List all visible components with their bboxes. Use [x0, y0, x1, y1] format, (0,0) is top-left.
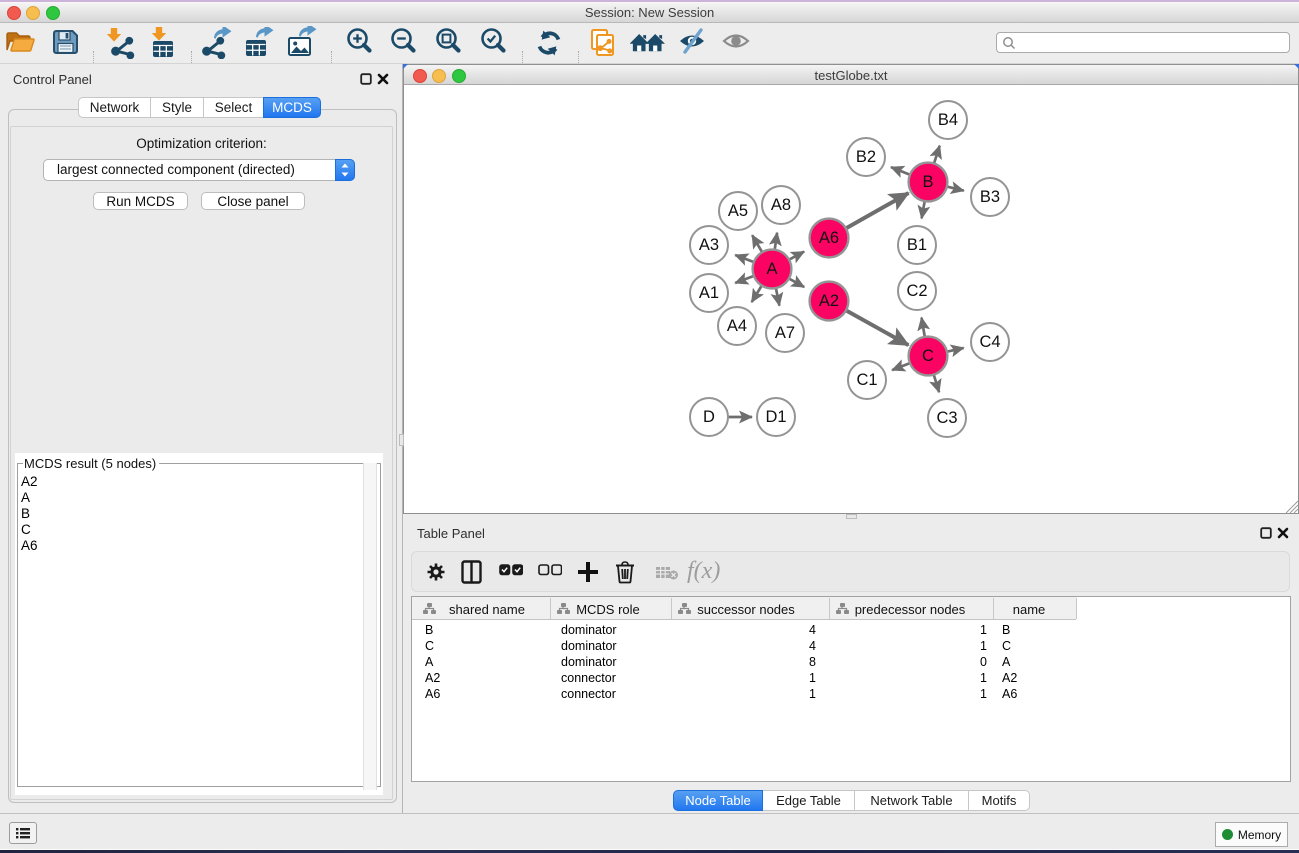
svg-text:A7: A7 — [775, 324, 795, 342]
svg-text:A5: A5 — [728, 202, 748, 220]
svg-text:C: C — [922, 347, 934, 365]
svg-text:B: B — [922, 173, 933, 191]
svg-text:B3: B3 — [980, 188, 1000, 206]
svg-text:A2: A2 — [819, 292, 839, 310]
svg-text:A8: A8 — [771, 196, 791, 214]
svg-text:B4: B4 — [938, 111, 958, 129]
svg-text:B1: B1 — [907, 236, 927, 254]
svg-text:A6: A6 — [819, 229, 839, 247]
svg-text:C4: C4 — [979, 333, 1000, 351]
svg-text:A: A — [766, 260, 777, 278]
svg-text:B2: B2 — [856, 148, 876, 166]
svg-text:D1: D1 — [765, 408, 786, 426]
svg-text:C2: C2 — [906, 282, 927, 300]
svg-text:C1: C1 — [856, 371, 877, 389]
svg-text:A3: A3 — [699, 236, 719, 254]
svg-text:A1: A1 — [699, 284, 719, 302]
svg-text:A4: A4 — [727, 317, 747, 335]
svg-text:C3: C3 — [936, 409, 957, 427]
svg-text:D: D — [703, 408, 715, 426]
